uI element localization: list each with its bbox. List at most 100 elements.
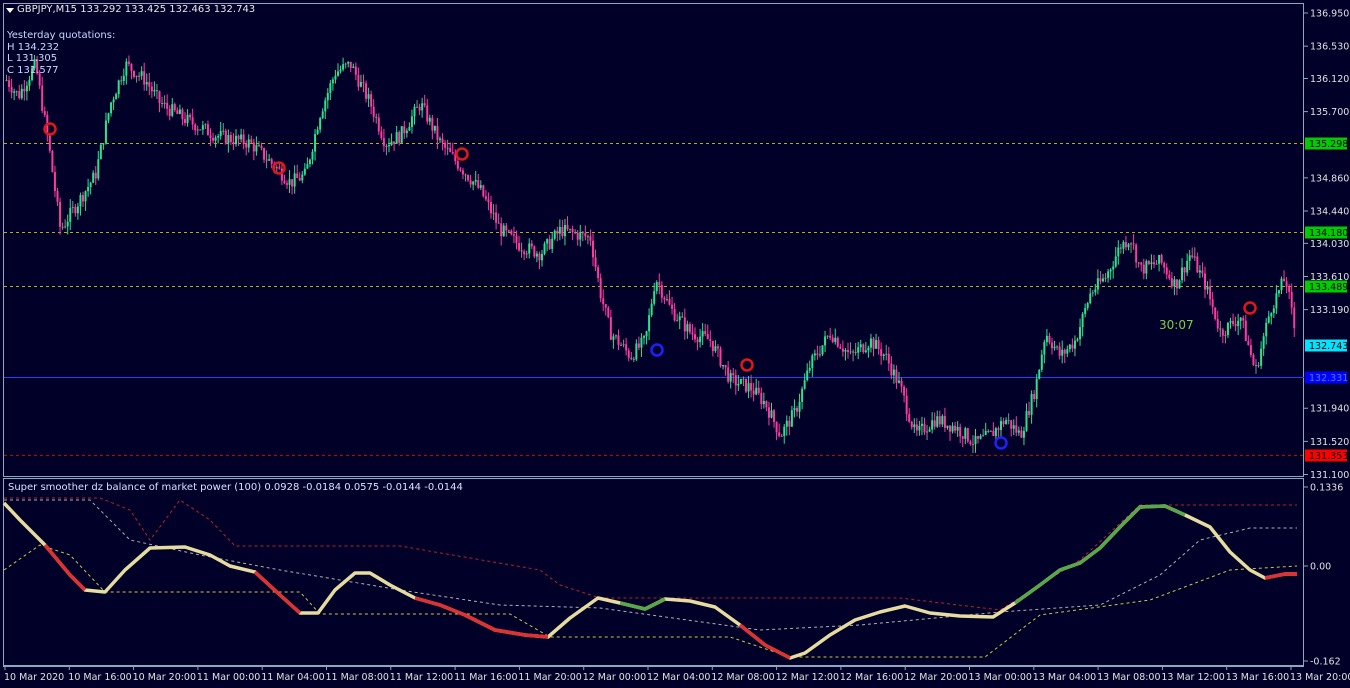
price-label: 131.520 [1310,437,1349,448]
candle-body [222,130,225,132]
candle-body [1048,335,1051,343]
candle-body [1188,255,1191,261]
candle-timer: 30:07 [1159,318,1194,332]
candle-body [844,349,847,352]
candle-body [395,132,398,144]
candle-body [339,69,342,72]
candle-body [505,225,508,231]
candle-body [329,83,332,93]
candle-body [1028,411,1031,415]
candle-body [1237,320,1240,326]
candle-body [242,134,245,144]
candle-body [813,353,816,356]
candle-body [43,110,46,115]
candle-body [824,336,827,346]
candle-body [13,91,16,93]
candle-body [418,106,421,111]
candle-body [770,410,773,418]
candle-body [398,132,401,143]
candle-body [1025,411,1028,431]
candle-body [270,159,273,164]
indicator-lines [2,497,1298,660]
candle-body [627,350,630,358]
candle-body [767,407,770,418]
candle-body [1272,308,1275,313]
candle-body [240,134,243,140]
candle-body [716,346,719,349]
candle-body [464,174,467,176]
chart-window[interactable]: 136.950 136.530 136.120 135.700 134.860 134.4… [0,0,1350,688]
time-axis[interactable]: 10 Mar 2020 10 Mar 16:00 10 Mar 20:00 11 Ma… [4,666,1350,683]
candle-body [15,91,18,93]
candle-body [645,331,648,337]
candle-body [117,80,120,95]
candle-body [905,395,908,414]
candle-body [87,187,90,192]
candle-body [869,338,872,348]
candle-body [421,103,424,111]
candle-body [107,113,110,121]
time-label: 13 Mar 16:00 [1226,672,1289,683]
candle-body [191,117,194,125]
price-label: 134.860 [1310,173,1349,184]
candle-body [186,114,189,123]
candle-body [518,242,521,251]
candle-body [482,185,485,197]
candle-body [515,235,518,243]
candle-body [686,324,689,332]
candle-body [28,79,31,86]
candle-body [145,82,148,85]
candlestick-series[interactable] [5,54,1296,454]
candle-body [97,159,100,179]
candle-body [301,174,304,181]
candle-body [949,425,951,432]
smoother-segment [738,623,791,660]
candle-body [755,387,758,395]
candle-body [576,232,579,240]
candle-body [1267,316,1270,323]
candle-body [1247,341,1250,346]
candle-body [920,423,923,426]
candle-body [459,168,462,171]
candle-body [877,340,880,350]
candle-body [1124,242,1127,248]
candle-body [212,137,215,141]
candle-body [148,82,151,87]
candle-body [803,380,806,389]
candle-body [982,435,985,437]
candle-body [321,111,324,119]
candle-body [449,148,452,152]
candle-body [1114,256,1117,267]
candle-body [1043,342,1046,355]
candle-body [826,335,829,337]
time-label: 12 Mar 16:00 [840,672,903,683]
candle-body [903,386,906,396]
price-axis[interactable]: 136.950 136.530 136.120 135.700 134.860 134.4… [1304,9,1349,482]
collapse-triangle-icon[interactable] [6,8,14,13]
candle-body [461,170,464,175]
indicator-axis[interactable]: 0.1336 0.00 -0.162 [1304,483,1343,668]
candle-body [349,61,352,68]
candle-body [194,124,197,131]
candle-body [1285,281,1288,287]
candle-body [372,106,375,117]
time-label: 13 Mar 04:00 [1033,672,1096,683]
candle-body [319,118,322,130]
candle-body [602,298,605,305]
candle-body [375,116,378,118]
time-label: 13 Mar 12:00 [1161,672,1224,683]
time-label: 11 Mar 20:00 [518,672,581,683]
candle-body [500,223,503,237]
candle-body [1158,255,1161,264]
candle-body [380,131,383,139]
time-label: 11 Mar 08:00 [326,672,389,683]
candle-body [324,100,327,112]
candle-body [1214,307,1217,320]
candle-body [875,340,878,349]
candle-body [864,350,867,353]
candle-body [612,336,615,340]
candle-body [997,428,1000,430]
candle-body [745,378,747,392]
candle-body [785,420,788,427]
signal-arrow-icon [1243,301,1257,315]
